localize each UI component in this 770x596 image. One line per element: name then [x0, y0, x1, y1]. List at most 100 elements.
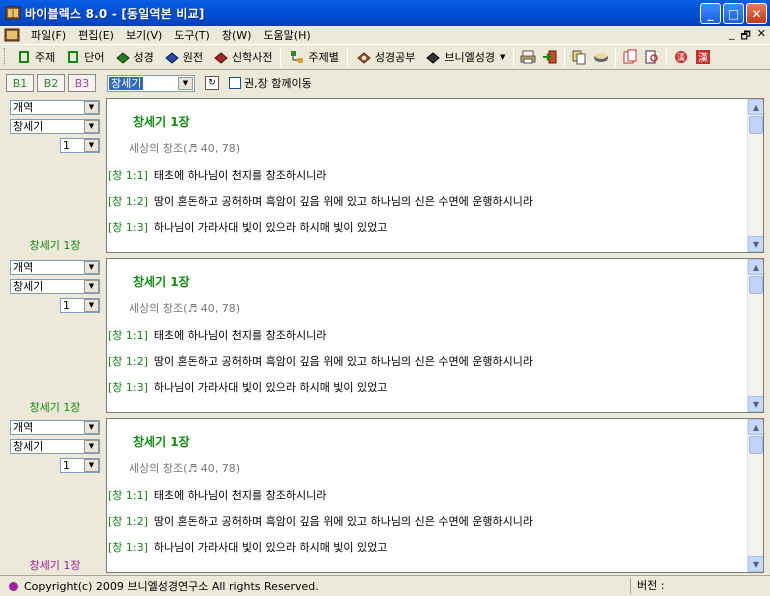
pane-chapter-label: 창세기 1장 — [29, 239, 81, 252]
move-together-checkbox[interactable] — [229, 77, 241, 89]
tab-b1[interactable]: B1 — [6, 74, 34, 92]
theology-dictionary-button[interactable]: 신학사전 — [208, 46, 277, 68]
chevron-down-icon[interactable]: ▼ — [84, 280, 99, 293]
vertical-scrollbar[interactable]: ▲ ▼ — [747, 419, 763, 572]
chevron-down-icon[interactable]: ▼ — [84, 101, 99, 114]
toolbar-grip[interactable] — [4, 48, 7, 66]
chevron-down-icon[interactable]: ▼ — [84, 139, 99, 152]
hanja-button[interactable]: 漢 — [692, 46, 714, 68]
topic-button[interactable]: 주제 — [11, 46, 60, 68]
copy-icon — [572, 50, 586, 65]
scroll-thumb[interactable] — [749, 276, 763, 294]
scroll-thumb[interactable] — [749, 116, 763, 134]
main-toolbar: 주제 단어 성경 원전 신학사전 주제별 성경공부 브니엘성경 ▼ 漢 漢 — [0, 44, 770, 70]
verse-row[interactable]: [창 1:1] 태초에 하나님이 천지를 창조하시니라 — [108, 167, 326, 183]
chevron-down-icon[interactable]: ▼ — [84, 421, 99, 434]
book-select[interactable]: 창세기 ▼ — [107, 74, 195, 92]
exit-button[interactable] — [539, 46, 561, 68]
menu-edit[interactable]: 편집(E) — [72, 27, 120, 43]
minimize-button[interactable]: _ — [700, 3, 721, 24]
version-select[interactable]: 개역 ▼ — [10, 260, 100, 275]
bible-view-button[interactable] — [590, 46, 612, 68]
tab-b2[interactable]: B2 — [37, 74, 65, 92]
verse-ref[interactable]: [창 1:2] — [108, 515, 148, 528]
book-select[interactable]: 창세기 ▼ — [10, 119, 100, 134]
pane-chapter-label: 창세기 1장 — [29, 559, 81, 572]
chevron-down-icon[interactable]: ▼ — [84, 120, 99, 133]
by-topic-button[interactable]: 주제별 — [284, 46, 343, 68]
comparison-pane-2: 개역 ▼ 창세기 ▼ 1 ▼ 창세기 1장 창세기 1장 세상의 창조(♬ 40… — [6, 258, 764, 414]
word-button[interactable]: 단어 — [60, 46, 109, 68]
scroll-down-icon[interactable]: ▼ — [748, 556, 763, 572]
toolbar-separator — [280, 48, 282, 66]
sync-icon[interactable]: ↻ — [205, 76, 219, 90]
book-select[interactable]: 창세기 ▼ — [10, 439, 100, 454]
menu-help[interactable]: 도움말(H) — [257, 27, 316, 43]
chapter-select[interactable]: 1 ▼ — [60, 458, 100, 473]
chapter-select[interactable]: 1 ▼ — [60, 138, 100, 153]
menu-file[interactable]: 파일(F) — [25, 27, 72, 43]
bookmark-icon — [19, 51, 29, 63]
bible-study-button[interactable]: 성경공부 — [351, 46, 420, 68]
verse-row[interactable]: [창 1:3] 하나님이 가라사대 빛이 있으라 하시매 빛이 있었고 — [108, 219, 387, 235]
verse-row[interactable]: [창 1:1] 태초에 하나님이 천지를 창조하시니라 — [108, 487, 326, 503]
vertical-scrollbar[interactable]: ▲ ▼ — [747, 259, 763, 412]
document-icon[interactable] — [4, 27, 20, 43]
version-select[interactable]: 개역 ▼ — [10, 100, 100, 115]
dictionary-button[interactable]: 漢 — [670, 46, 692, 68]
maximize-button[interactable]: □ — [723, 3, 744, 24]
verse-row[interactable]: [창 1:2] 땅이 혼돈하고 공허하며 흑암이 깊음 위에 있고 하나님의 신은… — [108, 193, 533, 209]
title-bar[interactable]: 바이블렉스 8.0 - [동일역본 비교] _ □ ✕ — [0, 0, 770, 26]
toolbar-separator — [666, 48, 668, 66]
bible-button[interactable]: 성경 — [110, 46, 159, 68]
scroll-down-icon[interactable]: ▼ — [748, 236, 763, 252]
scroll-up-icon[interactable]: ▲ — [748, 99, 763, 115]
scroll-thumb[interactable] — [749, 436, 763, 454]
book-select[interactable]: 창세기 ▼ — [10, 279, 100, 294]
menu-bar: 파일(F) 편집(E) 보기(V) 도구(T) 창(W) 도움말(H) _ 🗗 … — [0, 26, 770, 44]
paste-button[interactable] — [619, 46, 641, 68]
chevron-down-icon[interactable]: ▼ — [84, 440, 99, 453]
verse-text: 땅이 혼돈하고 공허하며 흑암이 깊음 위에 있고 하나님의 신은 수면에 운행… — [153, 195, 533, 208]
vertical-scrollbar[interactable]: ▲ ▼ — [747, 99, 763, 252]
peniel-bible-button[interactable]: 브니엘성경 ▼ — [420, 46, 510, 68]
verse-row[interactable]: [창 1:2] 땅이 혼돈하고 공허하며 흑암이 깊음 위에 있고 하나님의 신은… — [108, 353, 533, 369]
verse-row[interactable]: [창 1:3] 하나님이 가라사대 빛이 있으라 하시매 빛이 있었고 — [108, 539, 387, 555]
bible-text-view[interactable]: 창세기 1장 세상의 창조(♬ 40, 78) [창 1:1] 태초에 하나님이 … — [106, 418, 764, 573]
verse-ref[interactable]: [창 1:2] — [108, 355, 148, 368]
menu-tools[interactable]: 도구(T) — [168, 27, 216, 43]
verse-row[interactable]: [창 1:3] 하나님이 가라사대 빛이 있으라 하시매 빛이 있었고 — [108, 379, 387, 395]
verse-ref[interactable]: [창 1:3] — [108, 221, 148, 234]
copy-button[interactable] — [568, 46, 590, 68]
verse-ref[interactable]: [창 1:1] — [108, 169, 148, 182]
verse-ref[interactable]: [창 1:1] — [108, 489, 148, 502]
chevron-down-icon[interactable]: ▼ — [84, 261, 99, 274]
chevron-down-icon[interactable]: ▼ — [178, 76, 193, 90]
chapter-select[interactable]: 1 ▼ — [60, 298, 100, 313]
scroll-down-icon[interactable]: ▼ — [748, 396, 763, 412]
scroll-up-icon[interactable]: ▲ — [748, 419, 763, 435]
verse-ref[interactable]: [창 1:3] — [108, 381, 148, 394]
print-button[interactable] — [517, 46, 539, 68]
chevron-down-icon[interactable]: ▼ — [84, 459, 99, 472]
toolbar-separator — [615, 48, 617, 66]
original-text-button[interactable]: 원전 — [159, 46, 208, 68]
verse-ref[interactable]: [창 1:1] — [108, 329, 148, 342]
verse-row[interactable]: [창 1:1] 태초에 하나님이 천지를 창조하시니라 — [108, 327, 326, 343]
verse-row[interactable]: [창 1:2] 땅이 혼돈하고 공허하며 흑암이 깊음 위에 있고 하나님의 신은… — [108, 513, 533, 529]
menu-window[interactable]: 창(W) — [216, 27, 258, 43]
book-select-value: 창세기 — [109, 76, 144, 90]
version-select[interactable]: 개역 ▼ — [10, 420, 100, 435]
menu-view[interactable]: 보기(V) — [120, 27, 168, 43]
tab-b3[interactable]: B3 — [68, 74, 96, 92]
search-button[interactable] — [641, 46, 663, 68]
bible-text-view[interactable]: 창세기 1장 세상의 창조(♬ 40, 78) [창 1:1] 태초에 하나님이 … — [106, 258, 764, 413]
chevron-down-icon[interactable]: ▼ — [500, 53, 505, 61]
chevron-down-icon[interactable]: ▼ — [84, 299, 99, 312]
scroll-up-icon[interactable]: ▲ — [748, 259, 763, 275]
bible-text-view[interactable]: 창세기 1장 세상의 창조(♬ 40, 78) [창 1:1] 태초에 하나님이 … — [106, 98, 764, 253]
toolbar-separator — [346, 48, 348, 66]
verse-ref[interactable]: [창 1:2] — [108, 195, 148, 208]
close-button[interactable]: ✕ — [746, 3, 767, 24]
verse-ref[interactable]: [창 1:3] — [108, 541, 148, 554]
